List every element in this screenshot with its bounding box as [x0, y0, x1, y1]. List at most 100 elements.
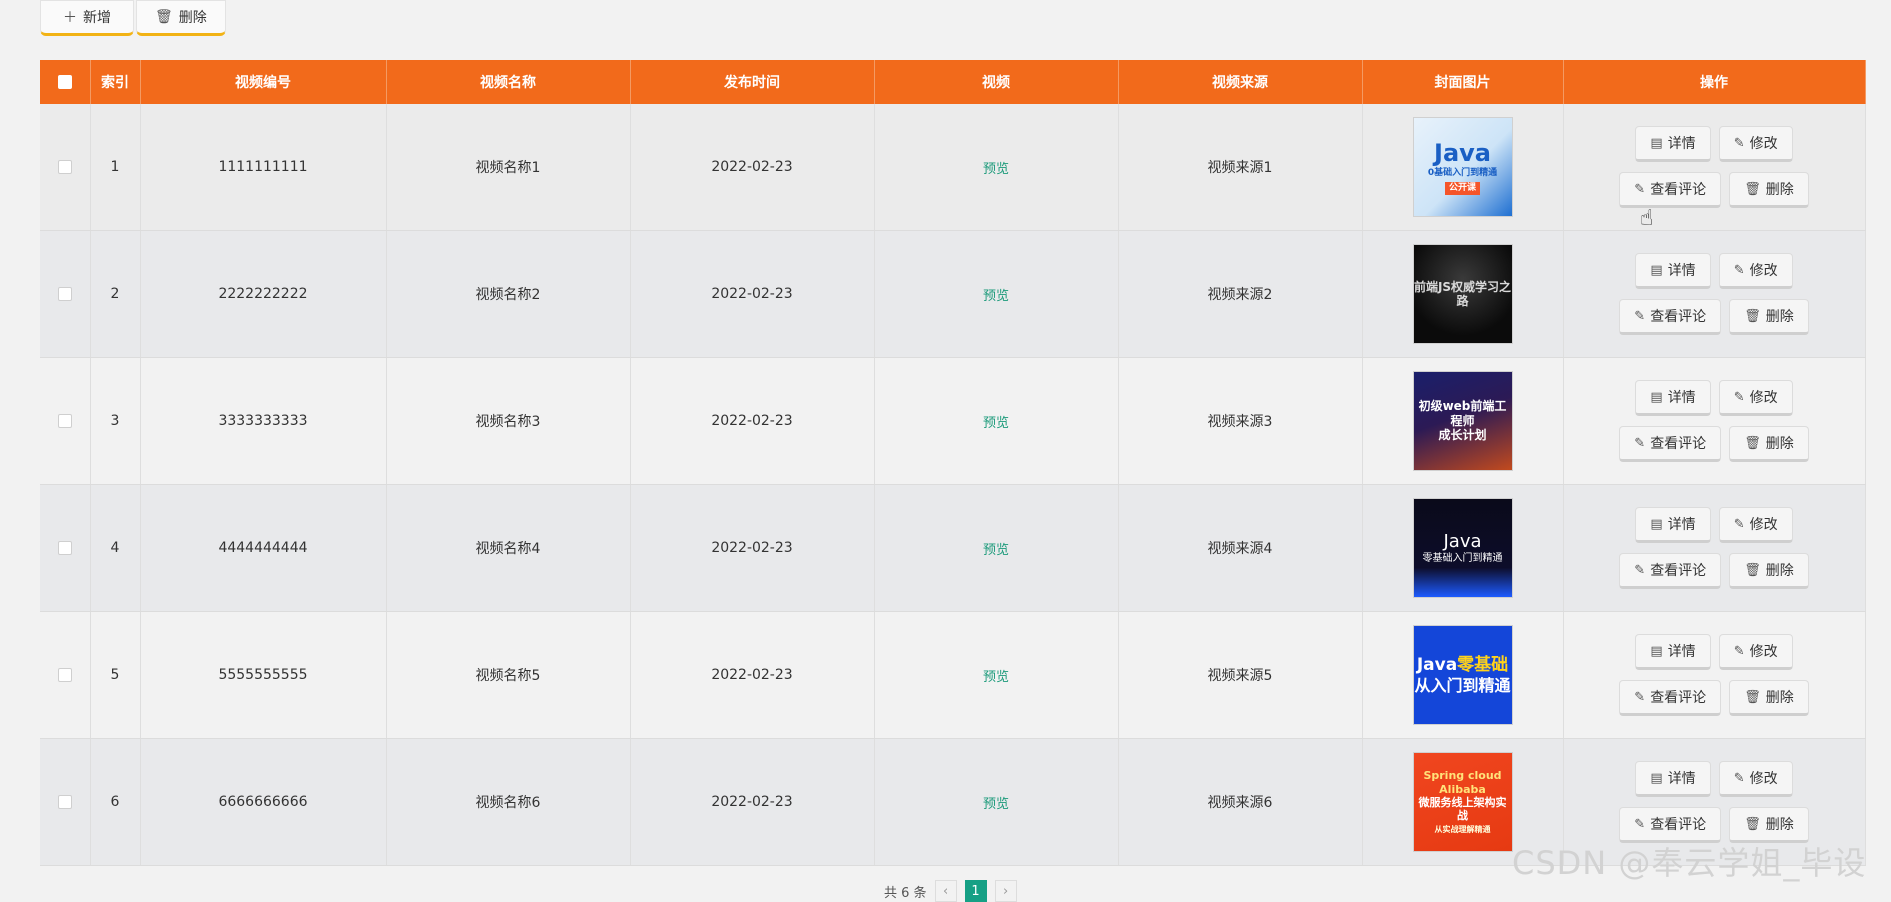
- page-button-current[interactable]: 1: [964, 880, 987, 902]
- cell-source: 视频来源2: [1118, 230, 1363, 358]
- edit-button[interactable]: ✎ 修改: [1718, 126, 1793, 162]
- batch-delete-button[interactable]: 🗑 删除: [136, 0, 226, 36]
- trash-icon: 🗑: [1744, 181, 1761, 197]
- toolbar: ＋ 新增 🗑 删除: [40, 0, 226, 36]
- preview-link[interactable]: 预览: [983, 543, 1009, 558]
- row-checkbox[interactable]: [57, 668, 72, 682]
- pencil-icon: ✎: [1733, 262, 1745, 278]
- row-checkbox[interactable]: [57, 160, 72, 174]
- preview-link[interactable]: 预览: [983, 289, 1009, 304]
- edit-button[interactable]: ✎ 修改: [1718, 761, 1793, 797]
- header-select-all: [40, 60, 91, 104]
- pencil-icon: ✎: [1733, 516, 1745, 532]
- table-header: 索引 视频编号 视频名称 发布时间 视频 视频来源 封面图片 操作: [40, 60, 1866, 104]
- header-cover: 封面图片: [1362, 60, 1564, 104]
- pencil-icon: ✎: [1634, 689, 1646, 705]
- cell-video-name: 视频名称3: [386, 357, 631, 485]
- add-button[interactable]: ＋ 新增: [40, 0, 134, 36]
- cell-video-name: 视频名称1: [386, 104, 631, 231]
- table-row: 3 3333333333 视频名称3 2022-02-23 预览 视频来源3 初…: [40, 357, 1866, 485]
- header-source: 视频来源: [1118, 60, 1363, 104]
- cover-image: Java 零基础入门到精通: [1412, 498, 1513, 598]
- delete-button[interactable]: 🗑 删除: [1729, 553, 1809, 589]
- row-checkbox[interactable]: [57, 541, 72, 555]
- row-actions: ▤ 详情 ✎ 修改 ✎ 查看评论 🗑 删除: [1564, 634, 1865, 716]
- cell-video-no: 5555555555: [140, 611, 387, 739]
- cover-image: 前端JS权威学习之路: [1412, 244, 1513, 344]
- trash-icon: 🗑: [1744, 689, 1761, 705]
- header-publish-time: 发布时间: [630, 60, 875, 104]
- cell-video-name: 视频名称6: [386, 738, 631, 866]
- header-video-no: 视频编号: [140, 60, 387, 104]
- plus-icon: ＋: [63, 10, 77, 26]
- batch-delete-label: 删除: [178, 10, 207, 26]
- cell-video-no: 1111111111: [140, 104, 387, 231]
- detail-button[interactable]: ▤ 详情: [1635, 634, 1711, 670]
- preview-link[interactable]: 预览: [983, 162, 1009, 177]
- cell-video-no: 2222222222: [140, 230, 387, 358]
- cell-publish-time: 2022-02-23: [630, 357, 875, 485]
- detail-button[interactable]: ▤ 详情: [1635, 507, 1711, 543]
- edit-button[interactable]: ✎ 修改: [1718, 507, 1793, 543]
- table-row: 2 2222222222 视频名称2 2022-02-23 预览 视频来源2 前…: [40, 230, 1866, 358]
- edit-button[interactable]: ✎ 修改: [1718, 634, 1793, 670]
- table-row: 4 4444444444 视频名称4 2022-02-23 预览 视频来源4 J…: [40, 484, 1866, 612]
- row-actions: ▤ 详情 ✎ 修改 ✎ 查看评论 🗑 删除: [1564, 253, 1865, 335]
- hand-cursor-icon: ☝: [1640, 206, 1654, 231]
- document-icon: ▤: [1650, 135, 1663, 151]
- edit-button[interactable]: ✎ 修改: [1718, 380, 1793, 416]
- cell-video-name: 视频名称5: [386, 611, 631, 739]
- pagination-total: 共 6 条: [884, 885, 927, 901]
- detail-button[interactable]: ▤ 详情: [1635, 253, 1711, 289]
- cover-image: 初级web前端工程师 成长计划: [1412, 371, 1513, 471]
- detail-button[interactable]: ▤ 详情: [1635, 761, 1711, 797]
- view-comments-button[interactable]: ✎ 查看评论: [1619, 299, 1722, 335]
- pencil-icon: ✎: [1733, 770, 1745, 786]
- view-comments-button[interactable]: ✎ 查看评论: [1619, 172, 1722, 208]
- preview-link[interactable]: 预览: [983, 416, 1009, 431]
- cell-publish-time: 2022-02-23: [630, 738, 875, 866]
- row-actions: ▤ 详情 ✎ 修改 ✎ 查看评论 🗑 删除: [1564, 380, 1865, 462]
- document-icon: ▤: [1650, 262, 1663, 278]
- delete-button[interactable]: 🗑 删除: [1729, 299, 1809, 335]
- cover-image: Spring cloud Alibaba 微服务线上架构实战 从实战理解精通: [1412, 752, 1513, 852]
- delete-button[interactable]: 🗑 删除: [1729, 172, 1809, 208]
- cell-source: 视频来源3: [1118, 357, 1363, 485]
- detail-button[interactable]: ▤ 详情: [1635, 126, 1711, 162]
- trash-icon: 🗑: [1744, 816, 1761, 832]
- preview-link[interactable]: 预览: [983, 670, 1009, 685]
- preview-link[interactable]: 预览: [983, 797, 1009, 812]
- cell-index: 3: [90, 357, 141, 485]
- view-comments-button[interactable]: ✎ 查看评论: [1619, 680, 1722, 716]
- delete-button[interactable]: 🗑 删除: [1729, 680, 1809, 716]
- watermark: CSDN @奉云学姐_毕设: [1512, 844, 1867, 882]
- view-comments-button[interactable]: ✎ 查看评论: [1619, 426, 1722, 462]
- row-checkbox[interactable]: [57, 287, 72, 301]
- trash-icon: 🗑: [1744, 435, 1761, 451]
- document-icon: ▤: [1650, 389, 1663, 405]
- header-video: 视频: [874, 60, 1119, 104]
- cover-image: Java零基础 从入门到精通: [1412, 625, 1513, 725]
- cell-video-no: 6666666666: [140, 738, 387, 866]
- pencil-icon: ✎: [1733, 389, 1745, 405]
- cell-publish-time: 2022-02-23: [630, 611, 875, 739]
- select-all-checkbox[interactable]: [57, 75, 72, 89]
- prev-page-button[interactable]: ‹: [934, 880, 957, 902]
- delete-button[interactable]: 🗑 删除: [1729, 426, 1809, 462]
- cell-source: 视频来源6: [1118, 738, 1363, 866]
- cell-video-no: 3333333333: [140, 357, 387, 485]
- pencil-icon: ✎: [1634, 816, 1646, 832]
- edit-button[interactable]: ✎ 修改: [1718, 253, 1793, 289]
- next-page-button[interactable]: ›: [994, 880, 1017, 902]
- cell-source: 视频来源4: [1118, 484, 1363, 612]
- document-icon: ▤: [1650, 770, 1663, 786]
- pencil-icon: ✎: [1634, 435, 1646, 451]
- row-checkbox[interactable]: [57, 795, 72, 809]
- view-comments-button[interactable]: ✎ 查看评论: [1619, 553, 1722, 589]
- row-checkbox[interactable]: [57, 414, 72, 428]
- detail-button[interactable]: ▤ 详情: [1635, 380, 1711, 416]
- cell-video-no: 4444444444: [140, 484, 387, 612]
- video-table: 索引 视频编号 视频名称 发布时间 视频 视频来源 封面图片 操作 1 1111…: [40, 60, 1866, 866]
- cell-source: 视频来源5: [1118, 611, 1363, 739]
- cell-index: 2: [90, 230, 141, 358]
